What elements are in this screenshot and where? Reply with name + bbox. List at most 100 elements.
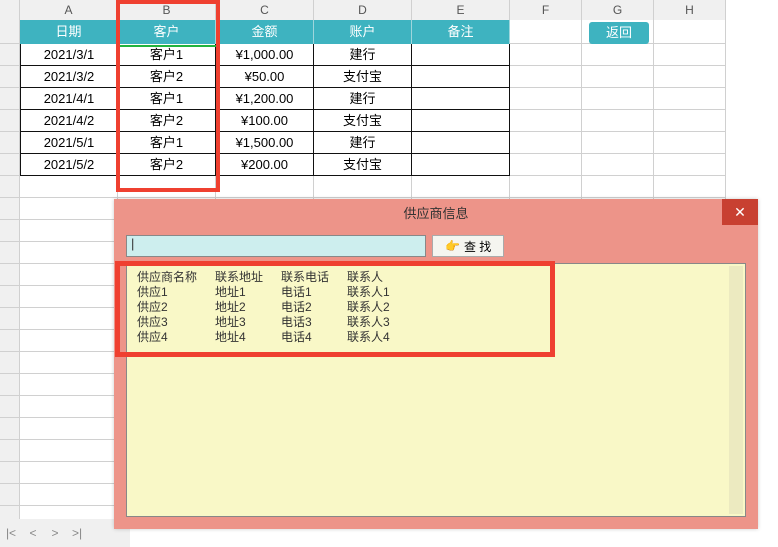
cell[interactable]: 2021/3/1 xyxy=(20,44,118,66)
list-item[interactable]: 供应1地址1电话1联系人1 xyxy=(137,285,408,300)
empty-cell[interactable] xyxy=(20,462,118,484)
col-letter[interactable]: E xyxy=(412,0,510,20)
row-number[interactable] xyxy=(0,264,20,286)
row-number[interactable] xyxy=(0,242,20,264)
search-button[interactable]: 👉 查 找 xyxy=(432,235,504,257)
empty-cell[interactable] xyxy=(20,308,118,330)
empty-cell[interactable] xyxy=(510,20,582,44)
empty-cell[interactable] xyxy=(654,154,726,176)
empty-cell[interactable] xyxy=(582,154,654,176)
cell[interactable] xyxy=(412,44,510,66)
empty-cell[interactable] xyxy=(20,286,118,308)
sheet-next-button[interactable]: > xyxy=(44,522,66,544)
dialog-titlebar[interactable]: 供应商信息 ✕ xyxy=(114,199,758,225)
empty-cell[interactable] xyxy=(654,66,726,88)
cell[interactable]: ¥100.00 xyxy=(216,110,314,132)
list-item[interactable]: 供应3地址3电话3联系人3 xyxy=(137,315,408,330)
empty-cell[interactable] xyxy=(510,66,582,88)
empty-cell[interactable] xyxy=(582,44,654,66)
empty-cell[interactable] xyxy=(510,154,582,176)
listbox-scrollbar[interactable] xyxy=(729,266,743,514)
row-number[interactable] xyxy=(0,330,20,352)
row-number[interactable] xyxy=(0,374,20,396)
cell[interactable]: 客户2 xyxy=(118,154,216,176)
cell[interactable]: ¥1,500.00 xyxy=(216,132,314,154)
supplier-listbox[interactable]: 供应商名称 联系地址 联系电话 联系人 供应1地址1电话1联系人1供应2地址2电… xyxy=(126,263,746,517)
empty-cell[interactable] xyxy=(20,198,118,220)
list-item[interactable]: 供应2地址2电话2联系人2 xyxy=(137,300,408,315)
empty-cell[interactable] xyxy=(20,330,118,352)
cell[interactable]: 支付宝 xyxy=(314,154,412,176)
col-letter[interactable]: B xyxy=(118,0,216,20)
empty-cell[interactable] xyxy=(20,374,118,396)
search-input[interactable]: | xyxy=(126,235,426,257)
col-letter[interactable]: C xyxy=(216,0,314,20)
empty-cell[interactable] xyxy=(654,176,726,198)
cell[interactable] xyxy=(412,110,510,132)
empty-cell[interactable] xyxy=(510,132,582,154)
empty-cell[interactable] xyxy=(20,484,118,506)
cell[interactable] xyxy=(412,66,510,88)
row-number[interactable] xyxy=(0,20,20,44)
cell[interactable] xyxy=(412,132,510,154)
empty-cell[interactable] xyxy=(314,176,412,198)
sheet-first-button[interactable]: |< xyxy=(0,522,22,544)
return-button[interactable]: 返回 xyxy=(589,22,649,44)
row-number[interactable] xyxy=(0,198,20,220)
row-number[interactable] xyxy=(0,484,20,506)
cell[interactable]: 2021/5/1 xyxy=(20,132,118,154)
row-number[interactable] xyxy=(0,44,20,66)
cell[interactable]: 客户1 xyxy=(118,44,216,66)
cell[interactable]: ¥1,200.00 xyxy=(216,88,314,110)
cell[interactable] xyxy=(412,154,510,176)
empty-cell[interactable] xyxy=(510,44,582,66)
row-number[interactable] xyxy=(0,88,20,110)
cell[interactable]: 客户2 xyxy=(118,66,216,88)
cell[interactable]: 建行 xyxy=(314,132,412,154)
cell[interactable]: 2021/3/2 xyxy=(20,66,118,88)
cell[interactable]: 客户2 xyxy=(118,110,216,132)
cell[interactable]: 建行 xyxy=(314,88,412,110)
row-number[interactable] xyxy=(0,176,20,198)
cell[interactable]: 2021/5/2 xyxy=(20,154,118,176)
empty-cell[interactable] xyxy=(20,264,118,286)
list-item[interactable]: 供应4地址4电话4联系人4 xyxy=(137,330,408,345)
empty-cell[interactable] xyxy=(510,88,582,110)
close-button[interactable]: ✕ xyxy=(722,199,758,225)
col-letter[interactable]: D xyxy=(314,0,412,20)
row-number[interactable] xyxy=(0,66,20,88)
empty-cell[interactable] xyxy=(582,110,654,132)
row-number[interactable] xyxy=(0,220,20,242)
cell[interactable]: 客户1 xyxy=(118,88,216,110)
col-letter[interactable]: G xyxy=(582,0,654,20)
empty-cell[interactable] xyxy=(20,352,118,374)
cell[interactable]: ¥50.00 xyxy=(216,66,314,88)
empty-cell[interactable] xyxy=(20,418,118,440)
empty-cell[interactable] xyxy=(582,132,654,154)
col-letter[interactable]: F xyxy=(510,0,582,20)
sheet-last-button[interactable]: >| xyxy=(66,522,88,544)
row-number[interactable] xyxy=(0,440,20,462)
empty-cell[interactable] xyxy=(20,176,118,198)
empty-cell[interactable] xyxy=(20,242,118,264)
row-number[interactable] xyxy=(0,462,20,484)
row-number[interactable] xyxy=(0,286,20,308)
row-number[interactable] xyxy=(0,396,20,418)
row-number[interactable] xyxy=(0,418,20,440)
row-number[interactable] xyxy=(0,132,20,154)
empty-cell[interactable] xyxy=(118,176,216,198)
cell[interactable] xyxy=(412,88,510,110)
col-letter[interactable]: A xyxy=(20,0,118,20)
cell[interactable]: 2021/4/2 xyxy=(20,110,118,132)
cell[interactable]: 支付宝 xyxy=(314,110,412,132)
empty-cell[interactable] xyxy=(582,66,654,88)
sheet-prev-button[interactable]: < xyxy=(22,522,44,544)
empty-cell[interactable] xyxy=(582,88,654,110)
row-number[interactable] xyxy=(0,154,20,176)
empty-cell[interactable] xyxy=(654,20,726,44)
cell[interactable]: 建行 xyxy=(314,44,412,66)
empty-cell[interactable] xyxy=(216,176,314,198)
row-number[interactable] xyxy=(0,352,20,374)
empty-cell[interactable] xyxy=(412,176,510,198)
cell[interactable]: 客户1 xyxy=(118,132,216,154)
